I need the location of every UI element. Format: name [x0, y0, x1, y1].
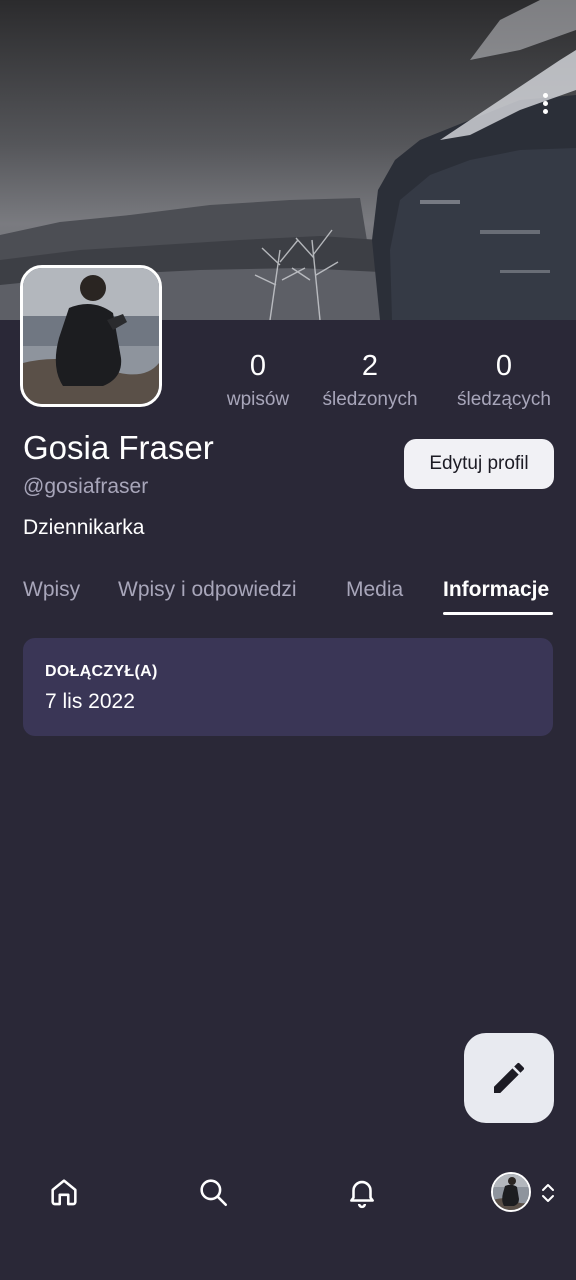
bottom-navigation	[0, 1150, 576, 1240]
posts-count: 0	[249, 350, 267, 382]
joined-date: 7 lis 2022	[45, 690, 135, 713]
tab-posts[interactable]: Wpisy	[23, 570, 80, 610]
pencil-icon	[494, 1062, 525, 1093]
followers-label: śledzących	[457, 389, 551, 410]
tab-posts-and-replies[interactable]: Wpisy i odpowiedzi	[118, 570, 297, 610]
posts-label: wpisów	[226, 389, 290, 410]
tab-media[interactable]: Media	[346, 570, 403, 610]
profile-handle: @gosiafraser	[23, 475, 149, 498]
chevron-up-down-icon[interactable]	[538, 1180, 558, 1206]
display-name: Gosia Fraser	[23, 429, 214, 466]
active-tab-indicator	[443, 612, 553, 615]
profile-tabs: Wpisy Wpisy i odpowiedzi Media Informacj…	[0, 570, 576, 616]
edit-profile-button[interactable]: Edytuj profil	[404, 439, 554, 489]
avatar[interactable]	[491, 1172, 531, 1212]
following-count: 2	[361, 350, 379, 382]
stat-followers[interactable]: 0 śledzących	[448, 348, 560, 412]
followers-count: 0	[495, 350, 513, 382]
more-vertical-icon[interactable]	[530, 86, 560, 120]
search-icon[interactable]	[193, 1172, 233, 1212]
joined-title: DOŁĄCZYŁ(A)	[45, 663, 158, 680]
home-icon[interactable]	[44, 1172, 84, 1212]
compose-button[interactable]	[464, 1033, 554, 1123]
profile-avatar[interactable]	[20, 265, 162, 407]
tab-information[interactable]: Informacje	[443, 570, 549, 610]
stat-posts[interactable]: 0 wpisów	[218, 348, 298, 412]
following-label: śledzonych	[322, 389, 418, 410]
joined-info-card: DOŁĄCZYŁ(A) 7 lis 2022	[23, 638, 553, 736]
stat-following[interactable]: 2 śledzonych	[314, 348, 426, 412]
avatar-photo	[23, 268, 159, 404]
bell-icon[interactable]	[342, 1172, 382, 1212]
profile-bio: Dziennikarka	[23, 516, 145, 539]
